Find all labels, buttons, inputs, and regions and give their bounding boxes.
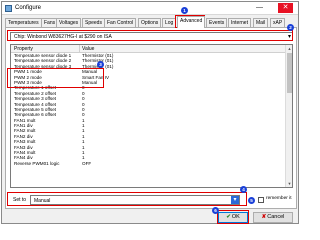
table-row[interactable]: Reverse PWM01 logic OFF — [11, 161, 286, 166]
badge-4: 4 — [240, 186, 247, 193]
title-bar: Configure — ✕ — [2, 2, 298, 15]
cross-icon: ✘ — [261, 214, 267, 220]
list-header: Property Value — [11, 45, 286, 53]
cancel-button[interactable]: ✘Cancel — [253, 212, 293, 223]
highlight-set-to — [7, 192, 247, 206]
highlight-ok-button — [217, 210, 249, 224]
close-button[interactable]: ✕ — [278, 3, 293, 13]
advanced-panel: Chip: Winbond W83627HG-I at $290 on ISA … — [5, 27, 297, 209]
badge-1: 1 — [181, 7, 188, 14]
window-title: Configure — [15, 5, 42, 11]
minimize-button[interactable]: — — [252, 3, 267, 13]
remember-label[interactable]: remember it — [266, 196, 292, 201]
highlight-chip-select — [7, 30, 293, 41]
highlight-pwm-modes — [7, 68, 104, 88]
tab-advanced[interactable]: Advanced — [177, 16, 206, 28]
property-name: Reverse PWM01 logic — [14, 160, 60, 166]
column-header-property[interactable]: Property — [14, 46, 33, 52]
badge-2: 2 — [287, 24, 294, 31]
column-header-value[interactable]: Value — [82, 46, 94, 52]
scrollbar-thumb[interactable] — [287, 53, 292, 93]
badge-5: 5 — [248, 197, 255, 204]
scroll-up-icon[interactable]: ▲ — [286, 45, 292, 52]
property-list[interactable]: Property Value Temperature sensor diode … — [10, 44, 293, 188]
badge-3: 3 — [97, 61, 104, 68]
cancel-label: Cancel — [267, 214, 285, 220]
badge-6: 6 — [212, 207, 219, 214]
column-divider[interactable] — [79, 45, 80, 53]
scroll-down-icon[interactable]: ▼ — [286, 180, 292, 187]
property-value: OFF — [82, 160, 92, 166]
configure-window: Configure — ✕ Temperatures Fans Voltages… — [1, 1, 299, 224]
vertical-scrollbar[interactable]: ▲ ▼ — [285, 45, 292, 187]
app-icon — [5, 5, 12, 12]
remember-checkbox[interactable] — [258, 197, 264, 203]
